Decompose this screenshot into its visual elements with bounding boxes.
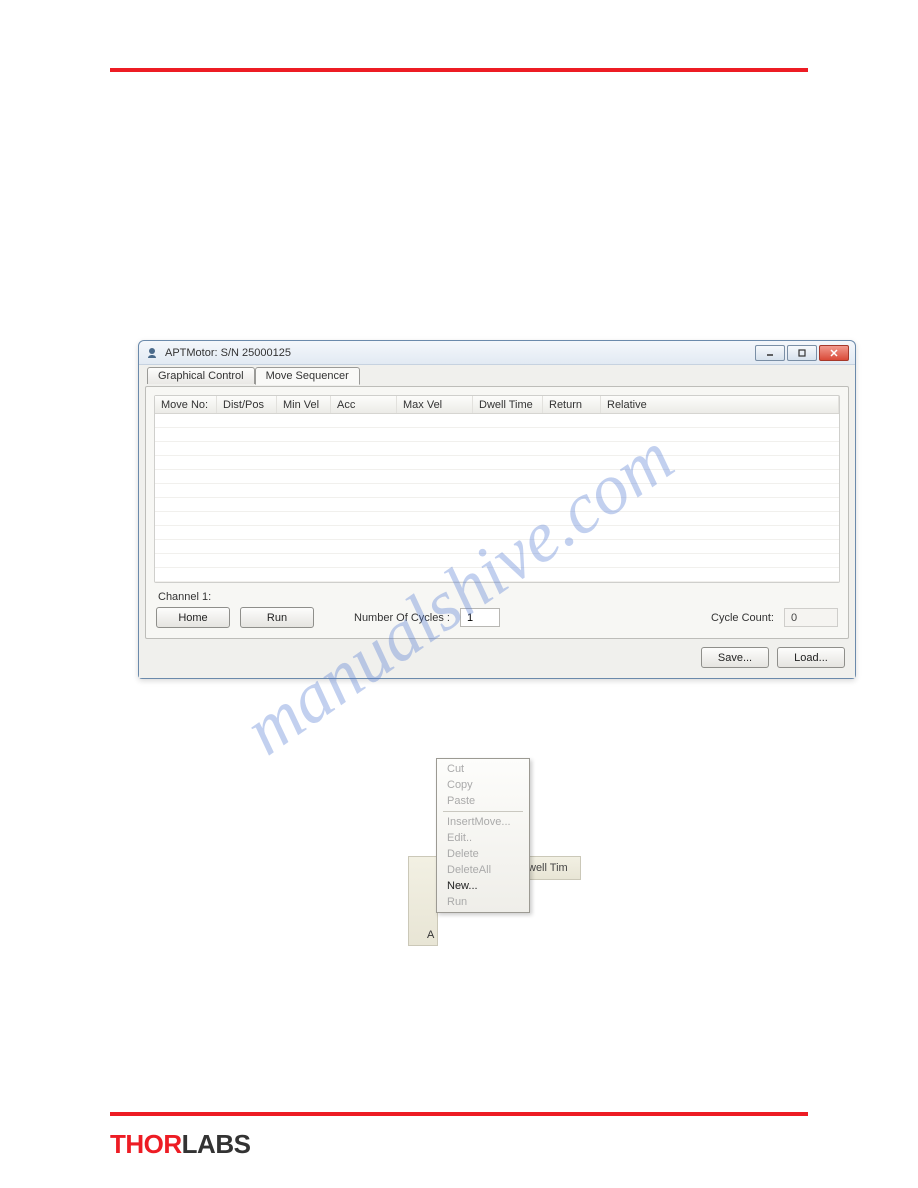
table-header: Move No: Dist/Pos Min Vel Acc Max Vel Dw…: [155, 396, 839, 414]
ctx-paste[interactable]: Paste: [439, 793, 527, 809]
logo-labs: LABS: [182, 1129, 251, 1159]
channel-label: Channel 1:: [154, 589, 840, 605]
tab-graphical-control[interactable]: Graphical Control: [147, 367, 255, 384]
table-row[interactable]: [155, 414, 839, 428]
ctx-cut[interactable]: Cut: [439, 761, 527, 777]
move-sequencer-panel: Move No: Dist/Pos Min Vel Acc Max Vel Dw…: [145, 386, 849, 639]
col-return[interactable]: Return: [543, 396, 601, 413]
ctx-insertmove[interactable]: InsertMove...: [439, 814, 527, 830]
minimize-button[interactable]: [755, 345, 785, 361]
load-button[interactable]: Load...: [777, 647, 845, 668]
divider-top: [110, 68, 808, 72]
maximize-button[interactable]: [787, 345, 817, 361]
ctx-deleteall[interactable]: DeleteAll: [439, 862, 527, 878]
table-body[interactable]: [155, 414, 839, 582]
window-titlebar[interactable]: APTMotor: S/N 25000125: [139, 341, 855, 365]
table-row[interactable]: [155, 498, 839, 512]
ctx-copy[interactable]: Copy: [439, 777, 527, 793]
table-row[interactable]: [155, 554, 839, 568]
table-row[interactable]: [155, 526, 839, 540]
col-move-no[interactable]: Move No:: [155, 396, 217, 413]
divider-bottom: [110, 1112, 808, 1116]
col-dwell-time[interactable]: Dwell Time: [473, 396, 543, 413]
logo-thor: THOR: [110, 1129, 182, 1159]
run-button[interactable]: Run: [240, 607, 314, 628]
table-row[interactable]: [155, 456, 839, 470]
col-relative[interactable]: Relative: [601, 396, 839, 413]
tab-strip: Graphical Control Move Sequencer: [147, 367, 849, 384]
table-row[interactable]: [155, 568, 839, 582]
context-bg-left: A: [408, 856, 438, 946]
app-icon: [145, 346, 159, 360]
close-button[interactable]: [819, 345, 849, 361]
table-row[interactable]: [155, 428, 839, 442]
table-row[interactable]: [155, 470, 839, 484]
cycle-count-label: Cycle Count:: [711, 612, 774, 624]
col-acc[interactable]: Acc: [331, 396, 397, 413]
table-row[interactable]: [155, 484, 839, 498]
num-cycles-label: Number Of Cycles :: [354, 612, 450, 624]
col-min-vel[interactable]: Min Vel: [277, 396, 331, 413]
ctx-separator: [443, 811, 523, 812]
cycle-count-value: 0: [784, 608, 838, 627]
context-menu[interactable]: Cut Copy Paste InsertMove... Edit.. Dele…: [436, 758, 530, 913]
window-title: APTMotor: S/N 25000125: [165, 347, 291, 359]
ctx-edit[interactable]: Edit..: [439, 830, 527, 846]
move-table[interactable]: Move No: Dist/Pos Min Vel Acc Max Vel Dw…: [154, 395, 840, 583]
thorlabs-logo: THORLABS: [110, 1129, 250, 1160]
ctx-new[interactable]: New...: [439, 878, 527, 894]
num-cycles-input[interactable]: 1: [460, 608, 500, 627]
context-bg-left-label: A: [427, 929, 434, 941]
save-button[interactable]: Save...: [701, 647, 769, 668]
table-row[interactable]: [155, 442, 839, 456]
ctx-run[interactable]: Run: [439, 894, 527, 910]
col-dist-pos[interactable]: Dist/Pos: [217, 396, 277, 413]
col-max-vel[interactable]: Max Vel: [397, 396, 473, 413]
context-bg-right: well Tim: [523, 856, 581, 880]
table-row[interactable]: [155, 512, 839, 526]
aptmotor-window: APTMotor: S/N 25000125 Graphical Control…: [138, 340, 856, 679]
table-row[interactable]: [155, 540, 839, 554]
tab-move-sequencer[interactable]: Move Sequencer: [255, 367, 360, 385]
home-button[interactable]: Home: [156, 607, 230, 628]
ctx-delete[interactable]: Delete: [439, 846, 527, 862]
